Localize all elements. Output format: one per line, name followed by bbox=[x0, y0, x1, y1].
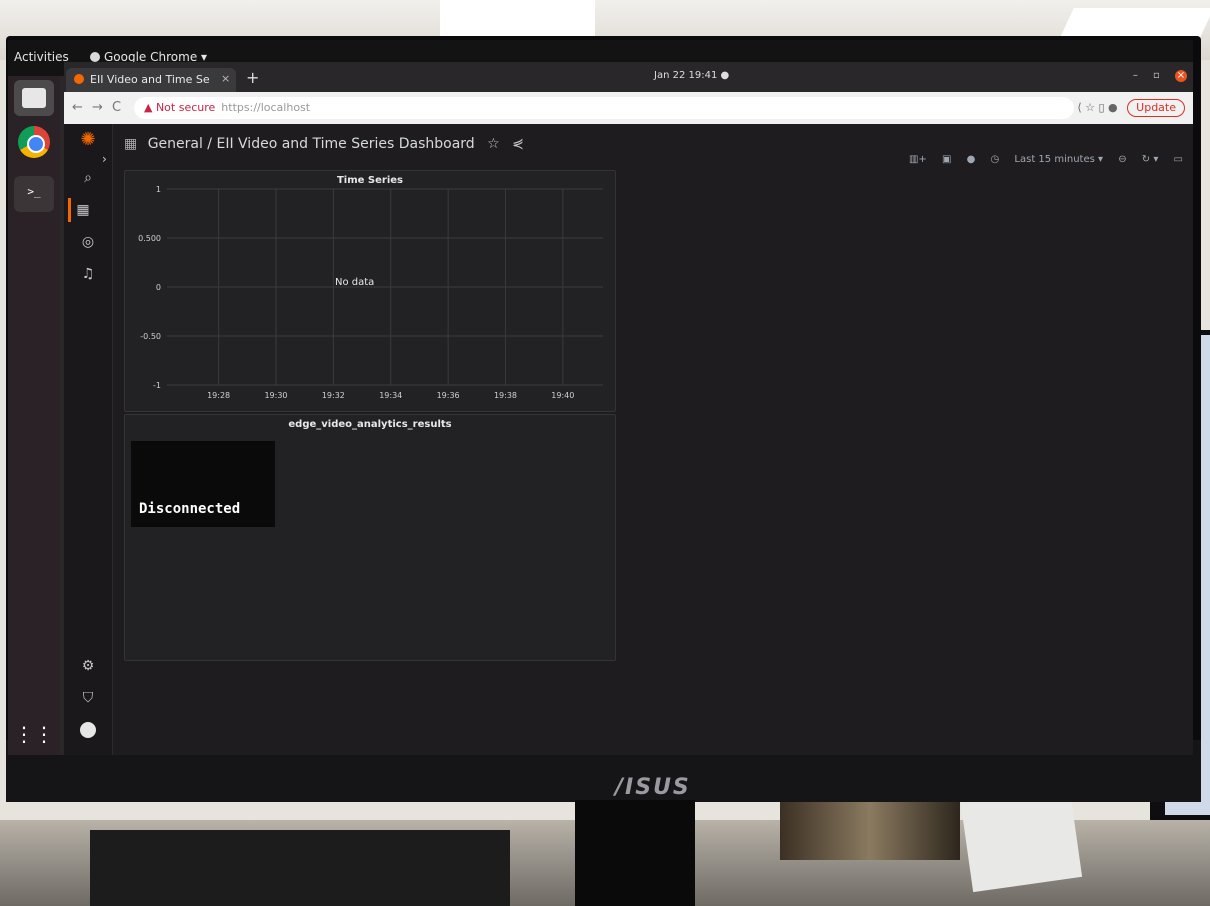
browser-tab[interactable]: EII Video and Time Serie × bbox=[66, 68, 236, 92]
minimize-icon[interactable]: – bbox=[1133, 70, 1144, 81]
settings-icon[interactable]: ● bbox=[967, 154, 976, 165]
share-icon[interactable]: ⟨ bbox=[1077, 101, 1081, 114]
dashboard-toolbar: ▥+ ▣ ● ◷ Last 15 minutes ▾ ⊖ ↻ ▾ ▭ bbox=[897, 154, 1183, 165]
y-tick-label: 1 bbox=[156, 185, 161, 194]
help-icon[interactable]: ? bbox=[76, 750, 100, 755]
window-controls: – ▫ × bbox=[1133, 70, 1187, 82]
zoom-out-icon[interactable]: ⊖ bbox=[1118, 154, 1126, 165]
share-dashboard-icon[interactable]: ⋞ bbox=[512, 136, 524, 152]
chrome-window: EII Video and Time Serie × + Jan 22 19:4… bbox=[64, 62, 1193, 755]
tab-title: EII Video and Time Serie bbox=[90, 73, 210, 86]
y-tick-label: -1 bbox=[153, 381, 161, 390]
x-tick-label: 19:32 bbox=[322, 391, 345, 400]
chrome-logo bbox=[18, 126, 50, 158]
no-data-label: No data bbox=[335, 277, 375, 288]
settings-gear-icon[interactable]: ⚙ bbox=[76, 654, 100, 678]
favorite-star-icon[interactable]: ☆ bbox=[487, 136, 500, 152]
files-icon[interactable] bbox=[14, 80, 54, 116]
dashboards-icon[interactable]: ▦ bbox=[68, 198, 95, 222]
address-bar-row: ← → C ▲ Not secure https://localhost ⟨ ☆ … bbox=[64, 92, 1193, 124]
add-panel-icon[interactable]: ▥+ bbox=[909, 154, 927, 165]
clock[interactable]: Jan 22 19:41 ● bbox=[654, 70, 729, 81]
monitor-brand-logo: /ISUS bbox=[615, 775, 691, 800]
chrome-icon[interactable] bbox=[14, 126, 54, 162]
time-range-label: Last 15 minutes bbox=[1014, 154, 1095, 165]
monitor-stand bbox=[575, 800, 695, 906]
new-tab-button[interactable]: + bbox=[246, 68, 259, 87]
address-input[interactable]: ▲ Not secure https://localhost bbox=[134, 97, 1074, 119]
url-text: https://localhost bbox=[221, 101, 311, 114]
bookmark-star-icon[interactable]: ☆ bbox=[1085, 101, 1095, 114]
user-avatar[interactable] bbox=[76, 718, 100, 742]
x-tick-label: 19:28 bbox=[207, 391, 230, 400]
ubuntu-dock: >_ ⋮⋮ bbox=[8, 76, 60, 755]
time-series-panel[interactable]: Time Series 1 0.500 0 -0.50 -1 19:28 19:30 19:3… bbox=[124, 170, 616, 412]
tab-strip: EII Video and Time Serie × + Jan 22 19:4… bbox=[64, 62, 1193, 92]
grafana-logo-icon[interactable]: ✺ bbox=[76, 128, 100, 152]
x-tick-label: 19:36 bbox=[437, 391, 460, 400]
y-tick-label: -0.50 bbox=[140, 332, 161, 341]
x-tick-label: 19:30 bbox=[264, 391, 287, 400]
shield-icon[interactable]: ⛉ bbox=[76, 686, 100, 710]
grafana-app: ✺ › ⌕ ▦ ◎ ♫ ⚙ ⛉ ? ▦ General / EII Video … bbox=[64, 124, 1193, 755]
time-picker[interactable]: ◷ Last 15 minutes ▾ bbox=[991, 154, 1104, 165]
side-panel-icon[interactable]: ▯ bbox=[1098, 101, 1104, 114]
activities-button[interactable]: Activities bbox=[14, 50, 69, 64]
forward-icon[interactable]: → bbox=[92, 100, 103, 115]
refresh-icon[interactable]: ↻ ▾ bbox=[1142, 154, 1159, 165]
browser-actions: ⟨ ☆ ▯ ● Update bbox=[1077, 99, 1185, 117]
video-panel[interactable]: edge_video_analytics_results Disconnecte… bbox=[124, 414, 616, 661]
back-icon[interactable]: ← bbox=[72, 100, 83, 115]
x-tick-label: 19:34 bbox=[379, 391, 402, 400]
tv-mode-icon[interactable]: ▭ bbox=[1174, 154, 1183, 165]
chrome-small-icon bbox=[90, 52, 100, 62]
update-button[interactable]: Update bbox=[1127, 99, 1185, 117]
ceiling-light bbox=[440, 0, 595, 38]
y-tick-label: 0.500 bbox=[138, 234, 161, 243]
expand-sidebar-icon[interactable]: › bbox=[102, 152, 107, 166]
search-icon[interactable]: ⌕ bbox=[76, 166, 100, 190]
grafana-favicon bbox=[74, 74, 84, 84]
tab-close-icon[interactable]: × bbox=[221, 72, 230, 85]
maximize-icon[interactable]: ▫ bbox=[1153, 70, 1166, 81]
time-series-chart: 1 0.500 0 -0.50 -1 19:28 19:30 19:32 19:34 19:36 1… bbox=[138, 185, 603, 400]
video-status: Disconnected bbox=[139, 501, 241, 517]
grafana-sidebar: ✺ › ⌕ ▦ ◎ ♫ ⚙ ⛉ ? bbox=[64, 124, 113, 755]
terminal-icon[interactable]: >_ bbox=[14, 176, 54, 212]
explore-icon[interactable]: ◎ bbox=[76, 230, 100, 254]
alerting-bell-icon[interactable]: ♫ bbox=[76, 262, 100, 286]
x-tick-label: 19:40 bbox=[551, 391, 574, 400]
breadcrumb[interactable]: General / EII Video and Time Series Dash… bbox=[148, 136, 475, 152]
x-tick-label: 19:38 bbox=[494, 391, 517, 400]
screen: Activities Google Chrome ▾ >_ ⋮⋮ EII Vid… bbox=[8, 40, 1193, 755]
save-dashboard-icon[interactable]: ▣ bbox=[942, 154, 951, 165]
profile-icon[interactable]: ● bbox=[1108, 101, 1118, 114]
dashboard-grid-icon: ▦ bbox=[124, 136, 138, 152]
desk-equipment bbox=[90, 830, 510, 906]
panel-title: edge_video_analytics_results bbox=[288, 419, 452, 430]
security-warning[interactable]: ▲ Not secure bbox=[144, 101, 215, 114]
y-tick-label: 0 bbox=[156, 283, 161, 292]
show-apps-icon[interactable]: ⋮⋮ bbox=[14, 716, 54, 752]
video-stream: Disconnected bbox=[131, 441, 275, 527]
close-icon[interactable]: × bbox=[1175, 70, 1187, 82]
reload-icon[interactable]: C bbox=[112, 100, 121, 115]
